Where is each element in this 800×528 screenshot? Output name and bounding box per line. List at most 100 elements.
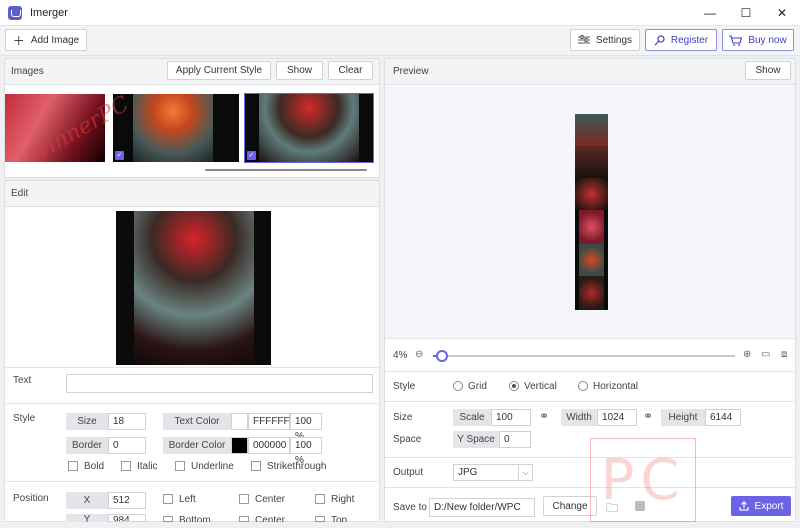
plus-icon: ＋ bbox=[12, 33, 25, 48]
border-color-label: Border Color bbox=[163, 437, 231, 454]
top-checkbox[interactable] bbox=[315, 516, 325, 522]
bottom-checkbox[interactable] bbox=[163, 516, 173, 522]
output-label: Output bbox=[393, 467, 424, 478]
vertical-label: Vertical bbox=[524, 381, 557, 392]
cart-icon bbox=[729, 34, 743, 46]
add-image-button[interactable]: ＋ Add Image bbox=[5, 29, 87, 51]
close-button[interactable]: ✕ bbox=[764, 0, 800, 26]
apply-current-style-button[interactable]: Apply Current Style bbox=[167, 61, 271, 80]
folder-icon[interactable]: 🗀 bbox=[606, 499, 618, 520]
merged-image-preview[interactable] bbox=[575, 114, 608, 310]
y-input[interactable]: 984 bbox=[108, 514, 146, 522]
right-label: Right bbox=[331, 494, 355, 505]
text-input[interactable] bbox=[66, 374, 373, 393]
x-label: X bbox=[66, 492, 108, 509]
thumbnail-photo bbox=[133, 94, 213, 162]
app-logo-icon bbox=[8, 5, 22, 20]
bold-label: Bold bbox=[84, 461, 105, 472]
text-color-opacity-input[interactable]: 100 % bbox=[290, 413, 322, 442]
x-input[interactable]: 512 bbox=[108, 492, 146, 509]
zoom-slider-track[interactable] bbox=[433, 350, 735, 362]
border-label: Border bbox=[66, 437, 108, 454]
link-icon[interactable]: ⚭ bbox=[539, 409, 549, 423]
horizontal-scrollbar[interactable] bbox=[205, 169, 367, 171]
zoom-in-icon[interactable]: ⊕ bbox=[743, 349, 751, 360]
output-format-select[interactable]: JPG ⌵ bbox=[453, 464, 533, 481]
horizontal-label: Horizontal bbox=[593, 381, 639, 392]
underline-checkbox[interactable] bbox=[175, 461, 185, 471]
change-folder-button[interactable]: Change bbox=[543, 496, 597, 516]
right-checkbox[interactable] bbox=[315, 494, 325, 504]
minimize-button[interactable]: — bbox=[692, 0, 728, 26]
save-path-input[interactable]: D:/New folder/WPC bbox=[429, 498, 535, 517]
text-label: Text bbox=[13, 375, 32, 386]
image-thumbnail-3-selected[interactable]: ✓ bbox=[244, 93, 374, 163]
stop-icon[interactable] bbox=[635, 501, 645, 511]
horizontal-radio[interactable] bbox=[578, 381, 588, 391]
position-label: Position bbox=[13, 493, 49, 504]
text-color-hex-input[interactable]: FFFFFF bbox=[248, 413, 290, 430]
height-input[interactable]: 6144 bbox=[705, 409, 741, 426]
zoom-slider-handle[interactable] bbox=[436, 350, 448, 362]
border-input[interactable]: 0 bbox=[108, 437, 146, 454]
left-label: Left bbox=[179, 494, 196, 505]
register-button[interactable]: Register bbox=[645, 29, 717, 51]
border-color-hex-input[interactable]: 000000 bbox=[248, 437, 290, 454]
y-space-input[interactable]: 0 bbox=[499, 431, 531, 448]
center-checkbox[interactable] bbox=[239, 494, 249, 504]
maximize-button[interactable]: ☐ bbox=[728, 0, 764, 26]
buy-now-button[interactable]: Buy now bbox=[722, 29, 794, 51]
scale-input[interactable]: 100 bbox=[491, 409, 531, 426]
window-title: Imerger bbox=[30, 6, 68, 19]
zoom-level: 4% bbox=[393, 350, 408, 361]
edit-title: Edit bbox=[11, 188, 29, 199]
border-color-swatch[interactable] bbox=[231, 437, 248, 454]
actual-size-icon[interactable]: ⧈ bbox=[781, 349, 787, 360]
images-title: Images bbox=[11, 66, 44, 77]
link-aspect-icon[interactable]: ⚭ bbox=[643, 409, 653, 423]
width-input[interactable]: 1024 bbox=[597, 409, 637, 426]
main-toolbar: ＋ Add Image Settings Register Buy now bbox=[0, 26, 800, 56]
center-vertical-checkbox[interactable] bbox=[239, 516, 249, 522]
layout-style-label: Style bbox=[393, 381, 416, 392]
bold-checkbox[interactable] bbox=[68, 461, 78, 471]
edit-panel: Edit Text Style Size 18 Text Color FFFFF… bbox=[4, 180, 380, 522]
border-color-opacity-input[interactable]: 100 % bbox=[290, 437, 322, 466]
italic-label: Italic bbox=[137, 461, 158, 472]
top-label: Top bbox=[331, 515, 348, 522]
strikethrough-label: Strikethrough bbox=[267, 461, 327, 472]
strikethrough-checkbox[interactable] bbox=[251, 461, 261, 471]
size-label: Size bbox=[66, 413, 108, 430]
fit-to-window-icon[interactable]: ▭ bbox=[761, 349, 770, 360]
scale-label: Scale bbox=[453, 409, 491, 426]
preview-title: Preview bbox=[393, 66, 429, 77]
sliders-icon bbox=[577, 35, 590, 44]
text-color-swatch[interactable] bbox=[231, 413, 248, 430]
export-icon bbox=[738, 501, 749, 511]
size-input[interactable]: 18 bbox=[108, 413, 146, 430]
images-panel: Images Apply Current Style Show Clear ✓ … bbox=[4, 58, 380, 178]
image-thumbnail-1[interactable] bbox=[5, 94, 105, 162]
bottom-label: Bottom bbox=[179, 515, 211, 522]
zoom-out-icon[interactable]: ⊖ bbox=[415, 349, 423, 360]
clear-images-button[interactable]: Clear bbox=[328, 61, 373, 80]
checked-icon[interactable]: ✓ bbox=[247, 151, 256, 160]
export-button[interactable]: Export bbox=[731, 496, 791, 516]
show-images-button[interactable]: Show bbox=[276, 61, 323, 80]
title-bar: Imerger — ☐ ✕ bbox=[0, 0, 800, 26]
grid-radio[interactable] bbox=[453, 381, 463, 391]
image-thumbnail-2[interactable]: ✓ bbox=[113, 94, 239, 162]
italic-checkbox[interactable] bbox=[121, 461, 131, 471]
vertical-radio[interactable] bbox=[509, 381, 519, 391]
size-section-label: Size bbox=[393, 412, 413, 423]
y-label: Y bbox=[66, 514, 108, 522]
left-checkbox[interactable] bbox=[163, 494, 173, 504]
preview-panel: Preview Show 4% ⊖ ⊕ ▭ ⧈ Style Grid Verti… bbox=[384, 58, 796, 522]
edit-image-canvas[interactable] bbox=[116, 211, 271, 365]
checked-icon[interactable]: ✓ bbox=[115, 151, 124, 160]
preview-canvas bbox=[385, 86, 795, 338]
show-preview-button[interactable]: Show bbox=[745, 61, 791, 80]
settings-button[interactable]: Settings bbox=[570, 29, 640, 51]
center-label: Center bbox=[255, 494, 286, 505]
chevron-down-icon: ⌵ bbox=[518, 465, 532, 480]
